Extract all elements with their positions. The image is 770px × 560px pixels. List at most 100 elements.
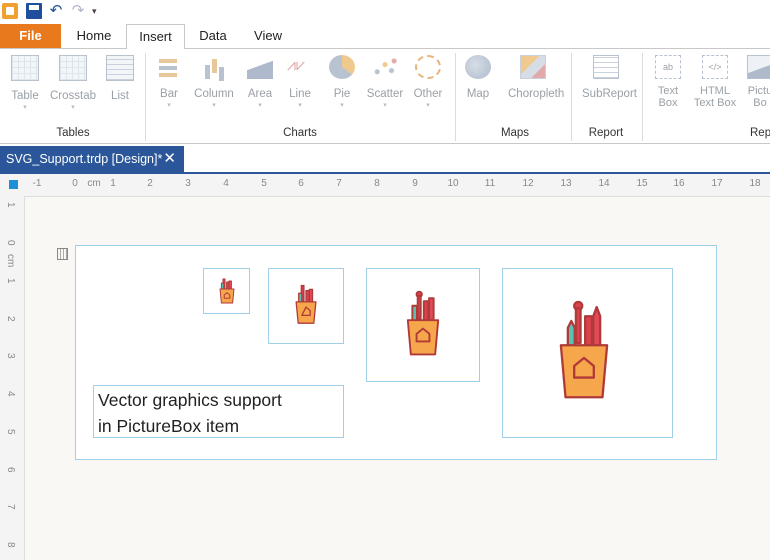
ruler-label: 11 bbox=[484, 178, 496, 189]
picture-box-icon bbox=[747, 55, 770, 79]
list-button[interactable]: List bbox=[96, 55, 144, 102]
other-chart-button[interactable]: Other ▾ bbox=[404, 55, 452, 110]
ruler-label: 2 bbox=[5, 316, 16, 322]
vertical-ruler: 1 0 cm 1 2 3 4 5 6 7 8 bbox=[0, 196, 25, 560]
ruler-label: 6 bbox=[298, 178, 304, 189]
bar-chart-icon bbox=[156, 55, 182, 79]
list-icon bbox=[106, 55, 134, 81]
close-icon[interactable]: ✕ bbox=[163, 146, 176, 172]
text-box-icon: ab bbox=[655, 55, 681, 79]
scatter-chart-button[interactable]: Scatter ▾ bbox=[361, 55, 409, 110]
map-icon bbox=[465, 55, 491, 79]
ruler-label: 1 bbox=[5, 278, 16, 284]
column-chart-icon bbox=[201, 55, 227, 79]
html-text-box-button[interactable]: </> HTML Text Box bbox=[691, 55, 739, 109]
app-icon bbox=[2, 3, 18, 19]
ruler-label: 0 bbox=[72, 178, 78, 189]
ruler-label: 6 bbox=[5, 467, 16, 473]
customize-toolbar-icon[interactable]: ▾ bbox=[92, 3, 108, 19]
text-box-button[interactable]: ab Text Box bbox=[644, 55, 692, 109]
ruler-label: 9 bbox=[412, 178, 418, 189]
text-line-2: in PictureBox item bbox=[98, 416, 240, 436]
bar-chart-button[interactable]: Bar ▾ bbox=[145, 55, 193, 110]
ruler-label: 3 bbox=[185, 178, 191, 189]
ruler-label: 14 bbox=[598, 178, 610, 189]
ruler-label: -1 bbox=[32, 178, 42, 189]
ruler-label: 5 bbox=[261, 178, 267, 189]
table-icon bbox=[11, 55, 39, 81]
group-separator bbox=[571, 53, 572, 141]
horizontal-ruler: -1 0 cm 1 2 3 4 5 6 7 8 9 10 11 12 13 14… bbox=[24, 174, 770, 197]
ruler-label: 2 bbox=[147, 178, 153, 189]
ruler-label: 10 bbox=[447, 178, 459, 189]
ruler-label: 7 bbox=[336, 178, 342, 189]
crosstab-button[interactable]: Crosstab ▾ bbox=[49, 55, 97, 112]
map-button[interactable]: Map bbox=[454, 55, 502, 100]
group-label-charts: Charts bbox=[283, 127, 317, 139]
scatter-chart-icon bbox=[372, 55, 398, 79]
group-label-report-items: Rep bbox=[750, 127, 770, 139]
ruler-label: 4 bbox=[223, 178, 229, 189]
ruler-label: 13 bbox=[560, 178, 572, 189]
report-section-icon[interactable] bbox=[57, 248, 68, 260]
group-label-maps: Maps bbox=[500, 127, 530, 139]
group-separator bbox=[642, 53, 643, 141]
ruler-label: cm bbox=[87, 178, 101, 189]
tab-view[interactable]: View bbox=[240, 24, 296, 48]
pie-chart-button[interactable]: Pie ▾ bbox=[318, 55, 366, 110]
document-tab-bar: SVG_Support.trdp [Design]* ✕ bbox=[0, 144, 770, 174]
picture-box-button[interactable]: Pictu Bo bbox=[740, 55, 770, 109]
choropleth-button[interactable]: Choropleth bbox=[508, 55, 564, 100]
ruler-label: 12 bbox=[522, 178, 534, 189]
picture-box-large[interactable] bbox=[366, 268, 480, 382]
area-chart-icon bbox=[247, 55, 273, 79]
ruler-label: 16 bbox=[673, 178, 685, 189]
ribbon: Table ▾ Crosstab ▾ List Tables Bar ▾ Col… bbox=[0, 49, 770, 144]
ruler-label: 15 bbox=[636, 178, 648, 189]
redo-icon[interactable]: ↷ bbox=[70, 3, 86, 19]
pencil-cup-icon bbox=[219, 278, 235, 304]
ruler-label: 8 bbox=[5, 542, 16, 548]
text-line-1: Vector graphics support bbox=[98, 390, 282, 410]
quick-access-toolbar: ↶ ↷ ▾ bbox=[0, 0, 770, 22]
group-label-tables: Tables bbox=[56, 127, 90, 139]
save-icon[interactable] bbox=[26, 3, 42, 19]
document-tab-title: SVG_Support.trdp [Design]* bbox=[6, 152, 163, 166]
ruler-label: 4 bbox=[5, 391, 16, 397]
subreport-icon bbox=[593, 55, 619, 79]
column-chart-button[interactable]: Column ▾ bbox=[190, 55, 238, 110]
ruler-label: 18 bbox=[749, 178, 761, 189]
html-text-box-icon: </> bbox=[702, 55, 728, 79]
line-chart-button[interactable]: Line ▾ bbox=[276, 55, 324, 110]
group-label-report: Report bbox=[588, 127, 624, 139]
document-tab[interactable]: SVG_Support.trdp [Design]* ✕ bbox=[0, 146, 184, 172]
ruler-label: 1 bbox=[110, 178, 116, 189]
ruler-label: 0 bbox=[5, 240, 16, 246]
subreport-button[interactable]: SubReport bbox=[582, 55, 637, 100]
tab-file[interactable]: File bbox=[0, 24, 61, 48]
ruler-label: cm bbox=[5, 254, 16, 268]
line-chart-icon bbox=[287, 55, 313, 79]
picture-box-small[interactable] bbox=[203, 268, 250, 314]
picture-box-xlarge[interactable] bbox=[502, 268, 673, 438]
ruler-corner-icon[interactable] bbox=[0, 174, 24, 196]
tab-data[interactable]: Data bbox=[186, 24, 240, 48]
table-button[interactable]: Table ▾ bbox=[1, 55, 49, 112]
crosstab-icon bbox=[59, 55, 87, 81]
ribbon-tabs: File Home Insert Data View bbox=[0, 24, 770, 50]
ruler-label: 5 bbox=[5, 429, 16, 435]
picture-box-medium[interactable] bbox=[268, 268, 344, 344]
tab-home[interactable]: Home bbox=[62, 24, 126, 48]
pencil-cup-icon bbox=[406, 290, 440, 356]
ruler-label: 7 bbox=[5, 504, 16, 510]
pie-chart-icon bbox=[329, 55, 355, 79]
other-chart-icon bbox=[415, 55, 441, 79]
undo-icon[interactable]: ↶ bbox=[48, 3, 64, 19]
ruler-label: 17 bbox=[711, 178, 723, 189]
ruler-label: 3 bbox=[5, 353, 16, 359]
choropleth-icon bbox=[520, 55, 546, 79]
report-text-box[interactable]: Vector graphics support in PictureBox it… bbox=[93, 385, 344, 438]
pencil-cup-icon bbox=[559, 300, 609, 399]
pencil-cup-icon bbox=[295, 284, 317, 324]
tab-insert[interactable]: Insert bbox=[126, 24, 185, 50]
